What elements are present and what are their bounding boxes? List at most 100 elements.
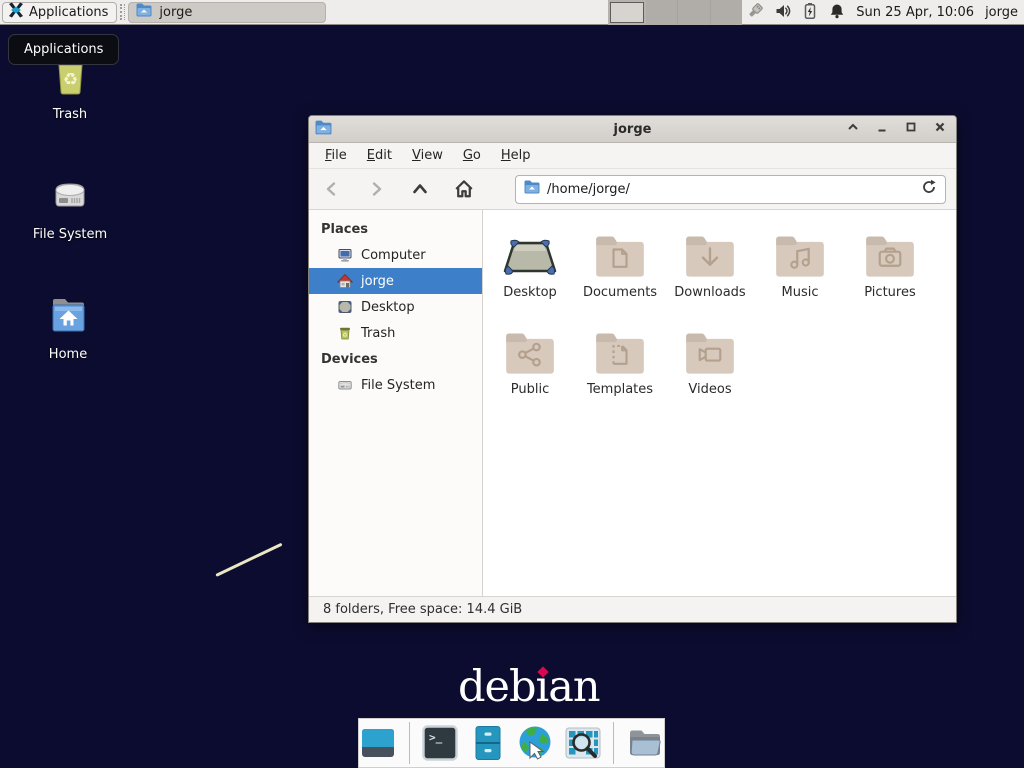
file-item-music[interactable]: Music xyxy=(755,224,845,321)
battery-icon[interactable] xyxy=(802,2,818,24)
username-label[interactable]: jorge xyxy=(985,5,1018,20)
applications-tooltip: Applications xyxy=(8,34,119,65)
app-finder-launcher[interactable] xyxy=(564,723,603,763)
file-item-label: Music xyxy=(782,285,819,300)
taskbar-handle[interactable] xyxy=(120,4,125,20)
menu-view[interactable]: View xyxy=(402,144,453,167)
close-button[interactable] xyxy=(934,121,946,137)
maximize-button[interactable] xyxy=(905,121,917,137)
file-manager-window: jorge File Edit View Go Help xyxy=(308,115,957,623)
debian-logo-i: ı xyxy=(536,662,549,712)
window-titlebar[interactable]: jorge xyxy=(309,116,956,143)
workspace-3[interactable] xyxy=(678,0,711,25)
computer-icon xyxy=(337,247,353,263)
xfce-applications-icon xyxy=(8,2,24,22)
desktop-stray-line xyxy=(215,543,282,577)
desktop-icon-label: Trash xyxy=(53,107,87,122)
file-item-label: Downloads xyxy=(674,285,745,300)
music-folder-icon xyxy=(774,224,826,278)
taskbar-window-button[interactable]: jorge xyxy=(128,2,326,23)
sidebar: Places Computer jorge xyxy=(309,210,483,596)
menu-edit[interactable]: Edit xyxy=(357,144,402,167)
svg-text:♻: ♻ xyxy=(342,332,347,339)
file-item-label: Videos xyxy=(688,382,731,397)
forward-button[interactable] xyxy=(365,177,387,201)
file-item-label: Templates xyxy=(587,382,653,397)
up-button[interactable] xyxy=(409,177,431,201)
sidebar-item-label: Trash xyxy=(361,326,395,341)
file-item-documents[interactable]: Documents xyxy=(575,224,665,321)
home-button[interactable] xyxy=(453,177,475,201)
notifications-bell-icon[interactable] xyxy=(829,3,845,23)
desktop-icon-label: File System xyxy=(33,227,107,242)
dock-separator xyxy=(613,722,614,764)
public-folder-icon xyxy=(504,321,556,375)
file-item-pictures[interactable]: Pictures xyxy=(845,224,935,321)
sidebar-item-label: Desktop xyxy=(361,300,415,315)
applications-menu-button[interactable]: Applications xyxy=(2,2,117,23)
file-item-templates[interactable]: Templates xyxy=(575,321,665,418)
sidebar-item-computer[interactable]: Computer xyxy=(309,242,482,268)
trash-icon: ♻ xyxy=(337,325,353,341)
sidebar-item-trash[interactable]: ♻ Trash xyxy=(309,320,482,346)
workspace-1[interactable] xyxy=(610,2,644,23)
svg-text:>_: >_ xyxy=(429,731,443,744)
folder-icon xyxy=(136,3,152,21)
sidebar-header-places: Places xyxy=(309,216,482,242)
workspace-4[interactable] xyxy=(711,0,743,25)
debian-logo: debıan xyxy=(458,662,600,712)
file-item-public[interactable]: Public xyxy=(485,321,575,418)
path-input[interactable]: /home/jorge/ xyxy=(547,182,914,197)
file-view[interactable]: Desktop Documents xyxy=(483,210,956,596)
pictures-folder-icon xyxy=(864,224,916,278)
downloads-folder-icon xyxy=(684,224,736,278)
sidebar-item-label: File System xyxy=(361,378,435,393)
sidebar-item-label: Computer xyxy=(361,248,426,263)
statusbar: 8 folders, Free space: 14.4 GiB xyxy=(309,596,956,622)
workspace-switcher[interactable] xyxy=(608,0,742,25)
applications-menu-label: Applications xyxy=(29,5,108,20)
file-item-label: Public xyxy=(511,382,549,397)
location-bar[interactable]: /home/jorge/ xyxy=(515,175,946,204)
file-item-label: Documents xyxy=(583,285,657,300)
desktop-large-icon xyxy=(502,224,558,278)
bottom-dock: >_ xyxy=(358,718,665,768)
taskbar-window-label: jorge xyxy=(159,5,192,20)
desktop-icon-home[interactable]: Home xyxy=(13,292,123,362)
menu-go[interactable]: Go xyxy=(453,144,491,167)
sidebar-item-jorge[interactable]: jorge xyxy=(309,268,482,294)
minimize-button[interactable] xyxy=(876,121,888,137)
clock[interactable]: Sun 25 Apr, 10:06 xyxy=(856,5,974,20)
terminal-launcher[interactable]: >_ xyxy=(421,723,460,763)
file-item-desktop[interactable]: Desktop xyxy=(485,224,575,321)
debian-logo-text-end: an xyxy=(548,662,599,712)
web-browser-launcher[interactable] xyxy=(516,723,555,763)
desktop-icon-filesystem[interactable]: File System xyxy=(15,172,125,242)
sidebar-item-filesystem[interactable]: File System xyxy=(309,372,482,398)
videos-folder-icon xyxy=(684,321,736,375)
removable-device-icon[interactable] xyxy=(746,2,764,24)
status-text: 8 folders, Free space: 14.4 GiB xyxy=(323,602,522,617)
desktop-icon xyxy=(337,299,353,315)
volume-icon[interactable] xyxy=(775,3,791,23)
templates-folder-icon xyxy=(594,321,646,375)
workspace-2[interactable] xyxy=(646,0,679,25)
show-desktop-button[interactable] xyxy=(359,723,398,763)
menu-file[interactable]: File xyxy=(315,144,357,167)
menu-help[interactable]: Help xyxy=(491,144,541,167)
top-panel: Applications jorge xyxy=(0,0,1024,25)
file-item-downloads[interactable]: Downloads xyxy=(665,224,755,321)
file-manager-launcher[interactable] xyxy=(468,723,507,763)
back-button[interactable] xyxy=(321,177,343,201)
file-item-label: Desktop xyxy=(503,285,557,300)
sidebar-item-desktop[interactable]: Desktop xyxy=(309,294,482,320)
debian-logo-text: deb xyxy=(458,662,536,712)
reload-icon[interactable] xyxy=(921,179,937,199)
dock-separator xyxy=(409,722,410,764)
path-folder-icon xyxy=(524,180,540,198)
file-item-videos[interactable]: Videos xyxy=(665,321,755,418)
shade-button[interactable] xyxy=(847,121,859,137)
harddrive-icon xyxy=(46,172,94,220)
desktop-icon-label: Home xyxy=(49,347,87,362)
directory-menu-button[interactable] xyxy=(625,723,664,763)
